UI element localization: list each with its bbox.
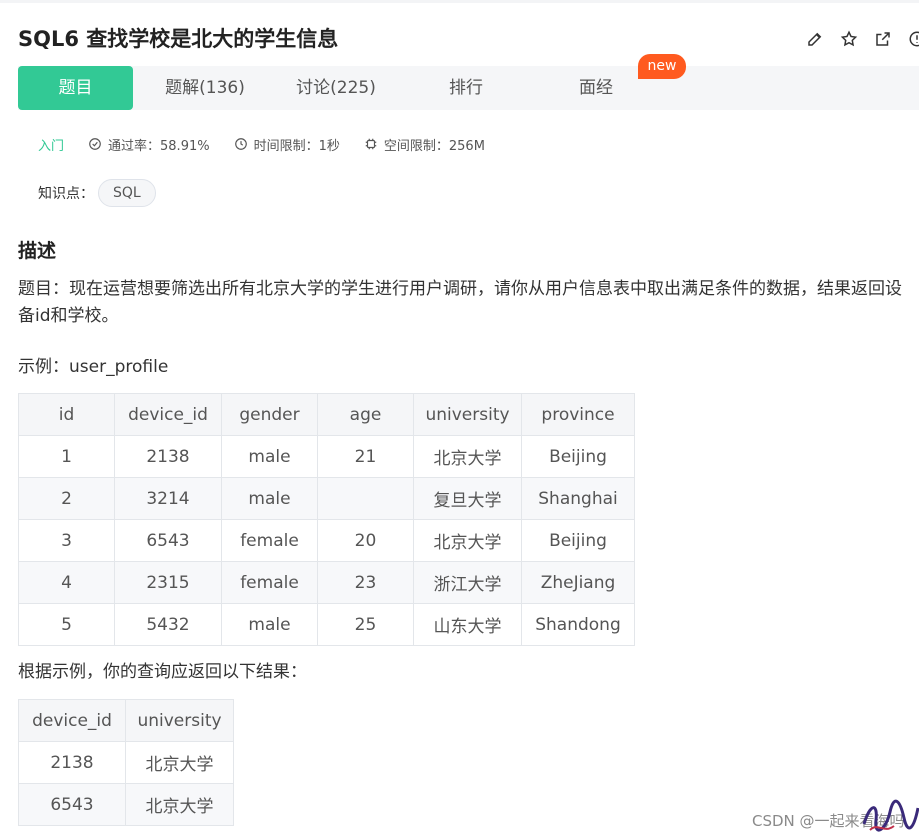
table-row: 3 6543 female 20 北京大学 Beijing [18, 519, 635, 562]
table-row: 2138 北京大学 [18, 741, 234, 784]
table-row: 6543 北京大学 [18, 783, 234, 826]
result-label: 根据示例，你的查询应返回以下结果： [18, 662, 307, 682]
table-row: 2 3214 male 复旦大学 Shanghai [18, 477, 635, 520]
table-cell: Beijing [521, 519, 635, 562]
signature-scribble [862, 799, 919, 832]
time-limit: 时间限制：1秒 [234, 135, 340, 154]
page-title: SQL6 查找学校是北大的学生信息 [18, 27, 339, 51]
example-table: id device_id gender age university provi… [18, 393, 635, 646]
column-header: university [125, 699, 234, 742]
tab-problem[interactable]: 题目 [18, 66, 133, 110]
table-cell: Shanghai [521, 477, 635, 520]
title-actions [804, 28, 919, 50]
knowledge-tag-sql[interactable]: SQL [98, 179, 156, 207]
chip-icon [365, 138, 377, 150]
space-limit-text: 空间限制：256M [383, 138, 485, 154]
table-cell: 20 [317, 519, 414, 562]
space-limit: 空间限制：256M [364, 135, 485, 154]
table-cell: 5 [18, 603, 115, 646]
description-heading: 描述 [18, 240, 57, 262]
table-row: 4 2315 female 23 浙江大学 ZheJiang [18, 561, 635, 604]
top-border [0, 0, 919, 3]
column-header: university [413, 393, 522, 436]
new-badge: new [638, 54, 686, 79]
table-cell: 2138 [114, 435, 222, 478]
time-limit-text: 时间限制：1秒 [253, 138, 340, 154]
description-text: 题目：现在运营想要筛选出所有北京大学的学生进行用户调研，请你从用户信息表中取出满… [18, 279, 902, 326]
edit-icon[interactable] [804, 28, 826, 50]
knowledge-points: 知识点： SQL [38, 179, 156, 207]
column-header: device_id [114, 393, 222, 436]
clock-icon [234, 138, 247, 150]
table-row: 1 2138 male 21 北京大学 Beijing [18, 435, 635, 478]
tab-ranking[interactable]: 排行 [438, 66, 494, 110]
star-icon[interactable] [838, 28, 860, 50]
problem-meta: 入门 通过率：58.91% 时间限制：1秒 空间限制：256M [38, 134, 509, 154]
knowledge-label: 知识点： [38, 186, 94, 202]
column-header: age [317, 393, 414, 436]
table-cell [317, 477, 414, 520]
table-header-row: id device_id gender age university provi… [18, 393, 635, 436]
share-icon[interactable] [872, 28, 894, 50]
table-cell: 5432 [114, 603, 222, 646]
table-cell: male [221, 435, 318, 478]
column-header: device_id [18, 699, 126, 742]
tab-discussion[interactable]: 讨论(225) [286, 66, 386, 110]
table-cell: 21 [317, 435, 414, 478]
table-cell: male [221, 603, 318, 646]
table-header-row: device_id university [18, 699, 234, 742]
pass-rate: 通过率：58.91% [88, 135, 210, 154]
table-cell: 2138 [18, 741, 126, 784]
table-cell: ZheJiang [521, 561, 635, 604]
table-cell: 北京大学 [125, 783, 234, 826]
table-cell: 3214 [114, 477, 222, 520]
table-cell: female [221, 519, 318, 562]
table-cell: 3 [18, 519, 115, 562]
check-circle-icon [89, 138, 101, 150]
difficulty-level: 入门 [38, 138, 65, 154]
table-cell: 25 [317, 603, 414, 646]
table-cell: 北京大学 [413, 435, 522, 478]
column-header: province [521, 393, 635, 436]
table-row: 5 5432 male 25 山东大学 Shandong [18, 603, 635, 646]
table-cell: 复旦大学 [413, 477, 522, 520]
table-cell: 6543 [114, 519, 222, 562]
table-cell: 北京大学 [125, 741, 234, 784]
info-icon[interactable] [906, 28, 919, 50]
tab-bar: 题目 题解(136) 讨论(225) 排行 面经 [18, 66, 919, 110]
table-cell: 1 [18, 435, 115, 478]
pass-rate-text: 通过率：58.91% [108, 138, 210, 154]
table-cell: female [221, 561, 318, 604]
table-cell: Beijing [521, 435, 635, 478]
column-header: id [18, 393, 115, 436]
table-cell: 4 [18, 561, 115, 604]
table-cell: 浙江大学 [413, 561, 522, 604]
table-cell: 山东大学 [413, 603, 522, 646]
table-cell: male [221, 477, 318, 520]
table-cell: 2 [18, 477, 115, 520]
tab-interview[interactable]: 面经 [568, 66, 624, 110]
table-cell: 6543 [18, 783, 126, 826]
tab-solutions[interactable]: 题解(136) [152, 66, 258, 110]
result-table: device_id university 2138 北京大学 6543 北京大学 [18, 699, 234, 826]
example-label: 示例：user_profile [18, 357, 169, 377]
column-header: gender [221, 393, 318, 436]
table-cell: Shandong [521, 603, 635, 646]
table-cell: 2315 [114, 561, 222, 604]
table-cell: 北京大学 [413, 519, 522, 562]
table-cell: 23 [317, 561, 414, 604]
